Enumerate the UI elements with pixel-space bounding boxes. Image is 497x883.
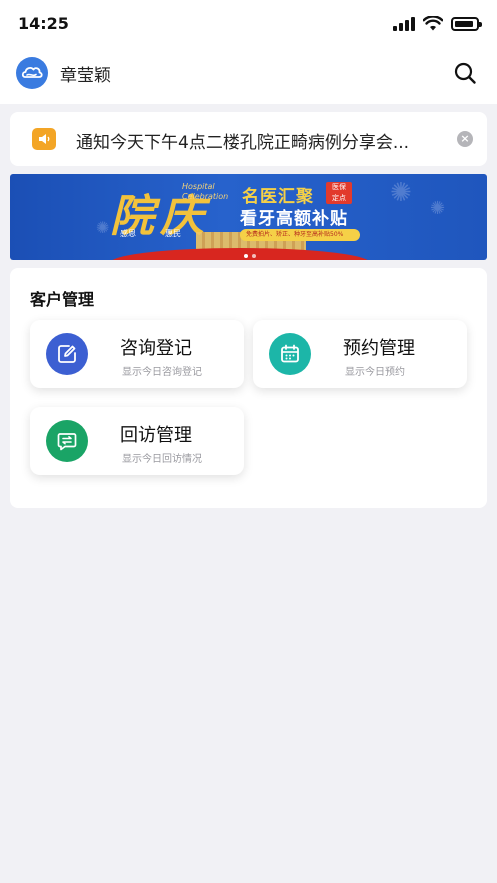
func-name: 回访管理: [120, 425, 192, 446]
banner-title-2: 看牙高额补贴: [240, 209, 348, 229]
consultation-register-button[interactable]: 咨询登记 显示今日咨询登记: [30, 320, 244, 388]
status-bar: 14:25: [0, 0, 497, 48]
func-name: 预约管理: [343, 338, 415, 359]
banner-small-text: Hospital Celebration: [182, 182, 229, 201]
func-desc: 显示今日预约: [345, 367, 405, 378]
customer-management-card: 客户管理 咨询登记 显示今日咨询登记 预约管理 显示今日预约 回访管理 显示今日…: [10, 268, 487, 508]
banner-pill-text: 免费拍片、矫正、种牙至高补贴50%: [240, 229, 360, 241]
notice-text: 通知今天下午4点二楼孔院正畸病例分享会...: [76, 133, 410, 153]
section-title: 客户管理: [30, 290, 95, 309]
follow-up-management-button[interactable]: 回访管理 显示今日回访情况: [30, 407, 244, 475]
firework-decoration: ✺: [390, 178, 412, 208]
carousel-dot[interactable]: [244, 254, 248, 258]
exchange-icon: [46, 420, 88, 462]
status-icons: [393, 16, 482, 31]
firework-decoration: ✺: [430, 198, 446, 219]
header: 章莹颖: [0, 48, 497, 98]
appointment-management-button[interactable]: 预约管理 显示今日预约: [253, 320, 467, 388]
banner-sub-text: 感恩: [120, 229, 136, 238]
avatar[interactable]: [16, 57, 48, 89]
calendar-icon: [269, 333, 311, 375]
func-desc: 显示今日回访情况: [122, 454, 202, 465]
banner-sub-text: 惠民: [165, 229, 181, 238]
battery-icon: [451, 16, 482, 31]
close-icon[interactable]: ×: [457, 131, 473, 147]
speaker-icon: [32, 128, 56, 150]
signal-icon: [393, 16, 415, 31]
func-desc: 显示今日咨询登记: [122, 367, 202, 378]
user-name: 章莹颖: [60, 66, 111, 86]
status-time: 14:25: [18, 14, 69, 33]
func-name: 咨询登记: [120, 338, 192, 359]
firework-decoration: ✺: [96, 218, 110, 237]
search-button[interactable]: [451, 59, 479, 87]
carousel-dots[interactable]: [244, 254, 256, 258]
promo-banner[interactable]: ✺ ✺ ✺ 院庆 Hospital Celebration 感恩 惠民 名医汇聚…: [10, 174, 487, 260]
cloud-logo-icon: [21, 67, 43, 78]
edit-icon: [46, 333, 88, 375]
search-icon: [454, 62, 476, 84]
banner-red-stage: [110, 248, 370, 260]
banner-badge: 医保 定点: [326, 182, 352, 204]
wifi-icon: [423, 16, 443, 31]
notice-bar[interactable]: 通知今天下午4点二楼孔院正畸病例分享会... ×: [10, 112, 487, 166]
carousel-dot[interactable]: [252, 254, 256, 258]
